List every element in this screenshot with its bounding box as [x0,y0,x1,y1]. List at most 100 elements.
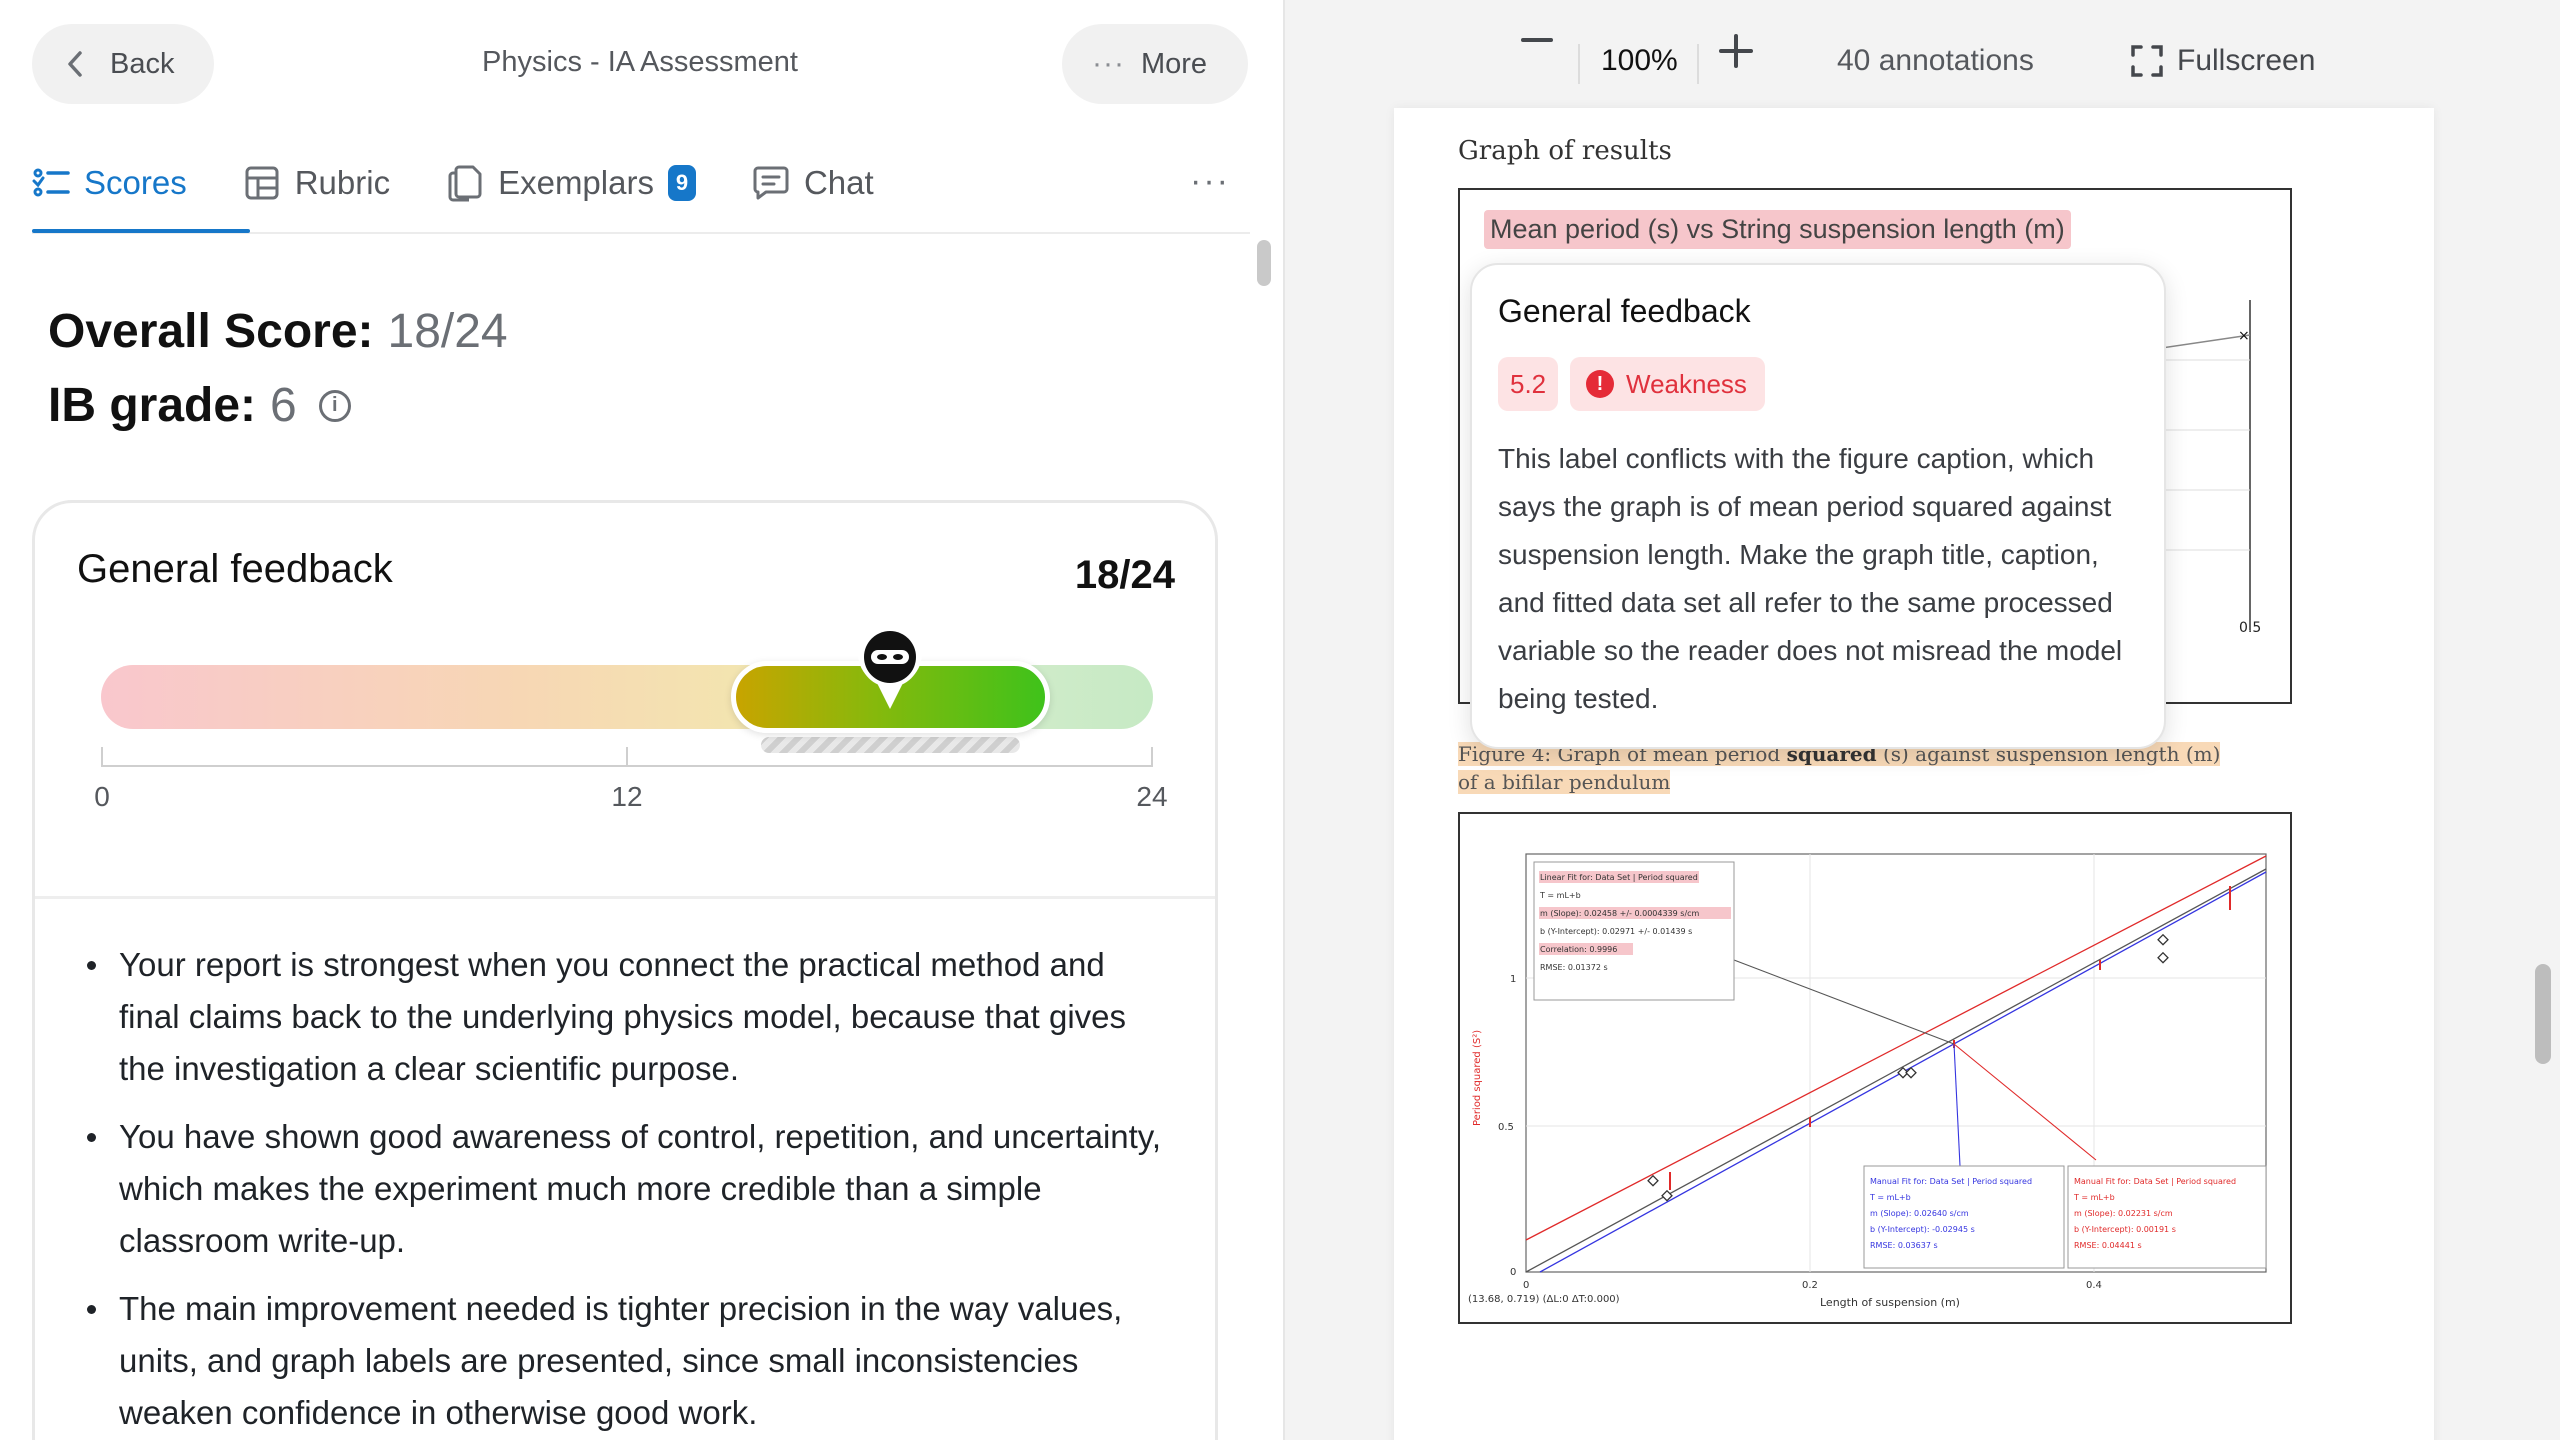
gauge-tick-label: 0 [94,781,110,812]
tab-bar: Scores Rubric Exemplars 9 Chat [32,150,930,236]
feedback-item: You have shown good awareness of control… [83,1111,1173,1267]
chat-icon [752,164,790,202]
fit-text: Linear Fit for: Data Set | Period square… [1540,873,1698,882]
zoom-level: 100% [1601,44,1678,77]
fullscreen-button[interactable]: Fullscreen [2131,44,2315,78]
graph-heading: Graph of results [1458,136,1672,166]
ib-grade: IB grade: 6 i [48,378,351,433]
list-check-icon [32,164,70,202]
ellipsis-icon: ··· [1092,47,1125,80]
tab-rubric[interactable]: Rubric [243,150,390,216]
ib-grade-value: 6 [270,379,297,432]
gauge-tick [101,747,103,767]
fit-text: T = mL+b [1869,1193,1911,1202]
gauge-tick-label: 24 [1136,781,1168,812]
gauge-tick-label: 12 [611,781,643,812]
y-tick: 0 [1510,1267,1516,1278]
documents-icon [446,164,484,202]
chart1-title[interactable]: Mean period (s) vs String suspension len… [1484,210,2071,249]
document-title: Physics - IA Assessment [482,46,798,78]
fit-text: RMSE: 0.01372 s [1540,963,1608,972]
fit-text: Manual Fit for: Data Set | Period square… [2074,1177,2236,1186]
gauge-tick [626,747,628,767]
overall-score-label: Overall Score: [48,305,374,358]
back-button[interactable]: Back [32,24,214,104]
annotations-count[interactable]: 40 annotations [1837,44,2034,78]
fit-text: T = mL+b [1539,891,1581,900]
overall-score-value: 18/24 [387,305,508,358]
feedback-item: The main improvement needed is tighter p… [83,1283,1173,1439]
alert-icon: ! [1586,370,1614,398]
fit-text: Correlation: 0.9996 [1540,945,1617,954]
tab-rubric-label: Rubric [294,164,391,201]
y-tick: 0.5 [1498,1122,1514,1133]
error-bars [1669,886,2231,1190]
x-axis-label: Length of suspension (m) [1820,1296,1960,1309]
chart1-x-tick: 0.5 [2239,620,2261,636]
ib-grade-label: IB grade: [48,379,257,432]
zoom-in-button[interactable] [1719,34,1753,68]
fit-text: b (Y-Intercept): -0.02945 s [1870,1225,1975,1234]
fullscreen-label: Fullscreen [2177,44,2316,77]
fit-text: m (Slope): 0.02458 +/- 0.0004339 s/cm [1540,909,1700,918]
score-gauge-uncertainty [760,737,1020,753]
tabs-overflow-icon[interactable]: ··· [1190,162,1230,201]
fit-text: m (Slope): 0.02231 s/cm [2074,1209,2173,1218]
more-button[interactable]: ··· More [1062,24,1248,104]
figure-4-plot: 0 0.5 1 0 0.2 0.4 Length of suspension (… [1468,853,2267,1309]
minus-icon [1521,38,1553,42]
more-label: More [1140,47,1208,80]
viewer-toolbar: 100% 40 annotations Fullscreen [1285,0,2560,120]
x-tick: 0.2 [1802,1280,1818,1291]
y-axis-label: Period squared (S²) [1472,1030,1483,1126]
criterion-chip: 5.2 [1498,357,1559,411]
fullscreen-icon [2131,45,2163,77]
fit-text: b (Y-Intercept): 0.02971 +/- 0.01439 s [1540,927,1692,936]
table-icon [243,164,281,202]
popup-body: This label conflicts with the figure cap… [1498,443,2123,714]
manual-fit-red-box: Manual Fit for: Data Set | Period square… [2067,1165,2267,1269]
cursor-readout: (13.68, 0.719) (ΔL:0 ΔT:0.000) [1468,1294,1620,1305]
fit-text: T = mL+b [2073,1193,2115,1202]
manual-fit-blue-box: Manual Fit for: Data Set | Period square… [1863,1165,2065,1269]
popup-title: General feedback [1498,293,1751,329]
fit-text: RMSE: 0.04441 s [2074,1241,2142,1250]
weakness-chip: ! Weakness [1570,357,1765,411]
zoom-out-button[interactable] [1521,38,1553,44]
x-tick: 0 [1523,1280,1529,1291]
right-scrollbar[interactable] [2535,964,2551,1064]
left-scrollbar[interactable] [1257,240,1271,286]
tab-scores-label: Scores [84,164,187,201]
card-score: 18/24 [1074,553,1175,597]
feedback-item: Your report is strongest when you connec… [83,939,1173,1095]
fit-text: Manual Fit for: Data Set | Period square… [1870,1177,2032,1186]
info-icon[interactable]: i [318,389,351,422]
tab-scores[interactable]: Scores [32,150,187,216]
gauge-tick [1151,747,1153,767]
general-feedback-card: General feedback 18/24 0 12 24 Your repo… [32,500,1218,1440]
feedback-list: Your report is strongest when you connec… [83,939,1173,1440]
active-tab-indicator [32,229,250,233]
fit-text: m (Slope): 0.02640 s/cm [1870,1209,1969,1218]
toolbar-separator [1697,44,1699,84]
tab-chat-label: Chat [803,164,874,201]
plus-icon [1719,34,1753,68]
assessment-panel: Back Physics - IA Assessment ··· More Sc… [0,0,1283,1440]
back-label: Back [110,47,175,80]
mascot-marker-icon [855,621,925,713]
tab-chat[interactable]: Chat [752,150,874,216]
chart-point-marker: × [2238,328,2250,344]
x-tick: 0.4 [2086,1280,2102,1291]
tab-exemplars-label: Exemplars [498,164,654,201]
figure-4-graph: 0 0.5 1 0 0.2 0.4 Length of suspension (… [1458,812,2292,1324]
y-tick: 1 [1510,974,1516,985]
annotation-popup: General feedback 5.2 ! Weakness This lab… [1470,263,2166,749]
weakness-label: Weakness [1626,368,1747,399]
tab-exemplars[interactable]: Exemplars 9 [446,150,696,216]
fit-text: b (Y-Intercept): 0.00191 s [2074,1225,2176,1234]
card-divider [35,896,1215,899]
overall-score: Overall Score: 18/24 [48,304,508,359]
fit-text: RMSE: 0.03637 s [1870,1241,1938,1250]
exemplars-count-badge: 9 [667,165,696,201]
linear-fit-box: Linear Fit for: Data Set | Period square… [1533,861,1735,1001]
